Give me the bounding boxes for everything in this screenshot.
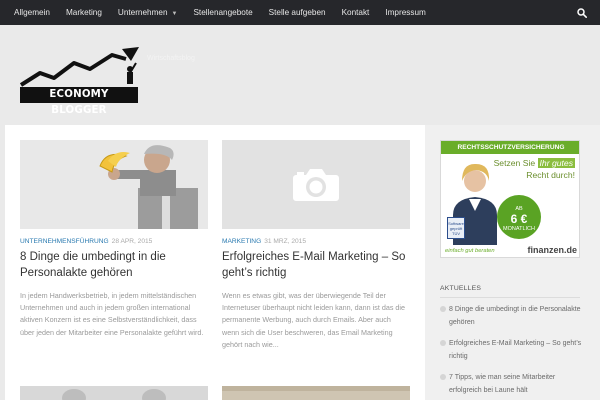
- nav-item-label: Allgemein: [14, 8, 50, 17]
- ad-headline: RECHTSSCHUTZVERSICHERUNG: [441, 141, 579, 154]
- post-thumbnail[interactable]: [20, 140, 208, 229]
- logo-wordmark: ECONOMY BLOGGER: [20, 87, 138, 116]
- recent-post-label: Erfolgreiches E-Mail Marketing – So geht…: [449, 340, 582, 360]
- post-excerpt: Wenn es etwas gibt, was der überwiegende…: [222, 291, 406, 349]
- post-card: MARKETING 31 MRZ, 2015 Erfolgreiches E-Ma…: [222, 140, 410, 351]
- nav-item-stelle-aufgeben[interactable]: Stelle aufgeben: [261, 0, 334, 25]
- ad-footer: einfach gut beraten finanzen.de: [441, 242, 579, 257]
- nav-item-label: Stelle aufgeben: [268, 8, 326, 17]
- recent-post-label: 7 Tipps, wie man seine Mitarbeiter erfol…: [449, 374, 556, 394]
- ad-badge-suffix: MONATLICH: [503, 226, 535, 232]
- post-title-link[interactable]: 8 Dinge die umbedingt in die Personalakt…: [20, 249, 208, 281]
- nav-item-marketing[interactable]: Marketing: [58, 0, 110, 25]
- ad-claim: einfach gut beraten: [445, 248, 495, 254]
- recent-post-label: 8 Dinge die umbedingt in die Personalakt…: [449, 306, 581, 326]
- ad-slogan-line: Setzen Sie: [493, 158, 536, 168]
- ad-slogan-highlight: Ihr gutes: [537, 158, 575, 168]
- recent-post-item[interactable]: 7 Tipps, wie man seine Mitarbeiter erfol…: [440, 372, 585, 397]
- post-date: 28 APR, 2015: [111, 238, 153, 245]
- recent-post-item[interactable]: Erfolgreiches E-Mail Marketing – So geht…: [440, 338, 585, 363]
- rising-chart-arrow-icon: [19, 47, 139, 87]
- nav-item-label: Stellenangebote: [193, 8, 253, 17]
- nav-item-kontakt[interactable]: Kontakt: [334, 0, 378, 25]
- nav-item-label: Impressum: [385, 8, 426, 17]
- post-date: 31 MRZ, 2015: [264, 238, 306, 245]
- post-thumbnail[interactable]: [222, 386, 410, 400]
- nav-item-stellenangebote[interactable]: Stellenangebote: [185, 0, 260, 25]
- post-excerpt: In jedem Handwerksbetrieb, in jedem mitt…: [20, 291, 204, 337]
- post-thumbnail[interactable]: [222, 140, 410, 229]
- top-navigation: Allgemein Marketing Unternehmen ▼ Stellen…: [0, 0, 600, 25]
- people-photo-image: [20, 386, 208, 400]
- search-icon: [577, 7, 587, 18]
- sidebar: RECHTSSCHUTZVERSICHERUNG Setzen Sie Ihr …: [425, 125, 600, 400]
- post-category-link[interactable]: UNTERNEHMENSFÜHRUNG: [20, 238, 109, 245]
- chevron-down-icon: ▼: [171, 11, 178, 17]
- post-meta: MARKETING 31 MRZ, 2015: [222, 238, 410, 245]
- camera-placeholder-icon: [293, 168, 339, 201]
- ad-badge-price: 6 €: [510, 212, 528, 226]
- site-header: ECONOMY BLOGGER Wirtschaftsblog: [0, 25, 600, 125]
- post-title-link[interactable]: Erfolgreiches E-Mail Marketing – So geht…: [222, 249, 410, 281]
- main-content: UNTERNEHMENSFÜHRUNG 28 APR, 2015 8 Dinge …: [5, 125, 425, 400]
- search-button[interactable]: [564, 0, 600, 25]
- nav-item-label: Kontakt: [341, 8, 370, 17]
- post-meta: UNTERNEHMENSFÜHRUNG 28 APR, 2015: [20, 238, 208, 245]
- ad-slogan-line: Recht durch!: [526, 170, 575, 180]
- recent-post-item[interactable]: 8 Dinge die umbedingt in die Personalakt…: [440, 304, 585, 329]
- businessman-with-banana-image: [20, 140, 208, 229]
- widget-title: AKTUELLES: [440, 285, 482, 292]
- nav-item-impressum[interactable]: Impressum: [377, 0, 434, 25]
- nav-item-label: Marketing: [65, 8, 102, 17]
- ad-slogan: Setzen Sie Ihr gutes Recht durch!: [493, 157, 575, 181]
- post-category-link[interactable]: MARKETING: [222, 238, 261, 245]
- widget-divider: [440, 297, 580, 298]
- nav-item-allgemein[interactable]: Allgemein: [6, 0, 58, 25]
- bullet-icon: [440, 306, 446, 312]
- nav-item-unternehmen[interactable]: Unternehmen ▼: [110, 0, 186, 25]
- recent-posts-list: 8 Dinge die umbedingt in die Personalakt…: [440, 304, 585, 400]
- nav-menu: Allgemein Marketing Unternehmen ▼ Stellen…: [0, 0, 600, 25]
- notebook-photo-image: [222, 386, 410, 400]
- finanzen-logo: finanzen.de: [527, 245, 577, 255]
- site-logo[interactable]: ECONOMY BLOGGER: [18, 45, 142, 116]
- nav-item-label: Unternehmen: [117, 8, 168, 17]
- tuv-seal: Software geprüft TÜV: [447, 217, 465, 239]
- site-tagline: Wirtschaftsblog: [147, 55, 195, 62]
- bullet-icon: [440, 374, 446, 380]
- ad-price-badge: AB 6 € MONATLICH: [497, 195, 541, 239]
- bullet-icon: [440, 340, 446, 346]
- post-thumbnail[interactable]: [20, 386, 208, 400]
- ad-banner[interactable]: RECHTSSCHUTZVERSICHERUNG Setzen Sie Ihr …: [440, 140, 580, 258]
- post-card: UNTERNEHMENSFÜHRUNG 28 APR, 2015 8 Dinge …: [20, 140, 208, 339]
